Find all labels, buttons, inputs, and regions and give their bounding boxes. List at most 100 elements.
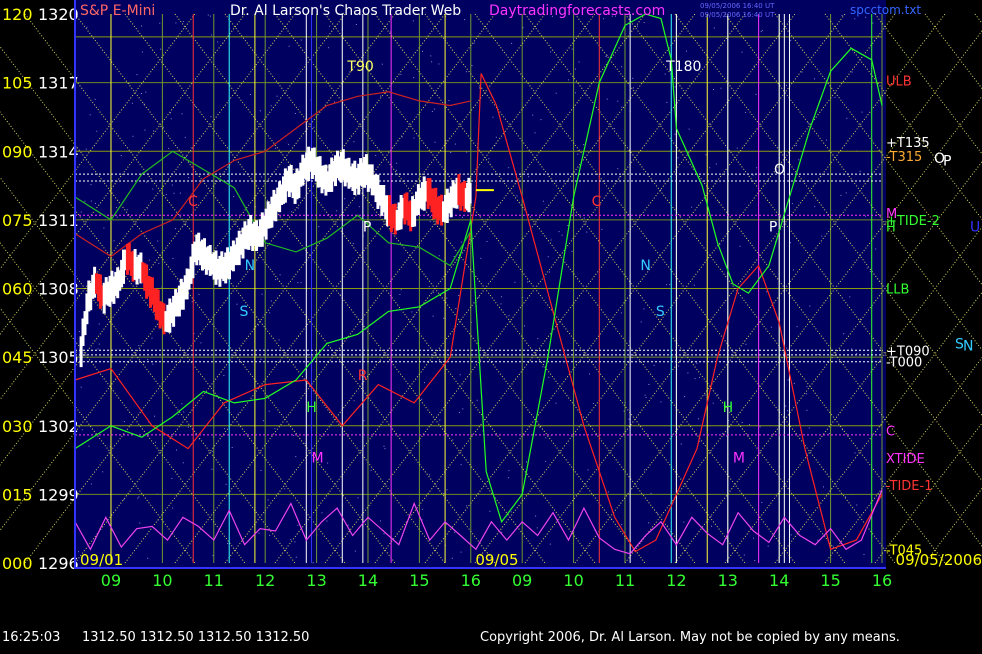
star-dot: [648, 522, 650, 524]
y-price-label: 1308: [38, 280, 79, 299]
star-dot: [719, 243, 721, 245]
star-dot: [79, 331, 81, 333]
star-dot: [632, 77, 634, 79]
star-dot: [865, 215, 866, 217]
chart-annotation-label: N: [245, 258, 255, 274]
star-dot: [710, 516, 712, 518]
star-dot: [179, 192, 181, 194]
star-dot: [152, 363, 154, 365]
star-dot: [486, 241, 488, 242]
star-dot: [555, 402, 557, 404]
star-dot: [443, 492, 445, 494]
star-dot: [191, 301, 193, 303]
chart-annotation-label: R: [358, 368, 368, 384]
star-dot: [225, 483, 227, 485]
star-dot: [126, 209, 128, 211]
header-title: Dr. Al Larson's Chaos Trader Web: [230, 3, 461, 19]
right-level-label: C: [886, 424, 895, 439]
y-degree-label: 060: [2, 280, 33, 299]
star-dot: [854, 18, 856, 20]
x-hour-label: 14: [769, 571, 789, 590]
star-dot: [295, 556, 297, 558]
star-dot: [257, 324, 259, 326]
star-dot: [644, 394, 646, 396]
star-dot: [175, 22, 177, 24]
star-dot: [753, 537, 755, 539]
chart-annotation-label: H: [723, 400, 734, 416]
star-dot: [869, 271, 871, 273]
chart-window: 000 1296 015 1299 030 1302 045 1305 060 1308 075 13…: [0, 0, 982, 650]
chart-annotation-label: T90: [346, 59, 373, 75]
star-dot: [524, 325, 525, 327]
star-dot: [644, 469, 646, 471]
star-dot: [660, 401, 662, 403]
star-dot: [168, 147, 170, 149]
star-dot: [621, 66, 623, 68]
star-dot: [623, 410, 625, 412]
star-dot: [159, 22, 161, 24]
star-dot: [711, 525, 712, 527]
star-dot: [353, 400, 355, 402]
star-dot: [677, 157, 679, 159]
star-dot: [806, 393, 808, 395]
star-dot: [823, 486, 824, 488]
star-dot: [732, 351, 734, 353]
star-dot: [154, 415, 156, 417]
x-hour-label: 13: [718, 571, 738, 590]
chart-annotation-label: C: [592, 194, 602, 210]
star-dot: [736, 147, 738, 149]
star-dot: [225, 180, 227, 182]
star-dot: [713, 27, 715, 29]
star-dot: [293, 434, 295, 436]
star-dot: [471, 65, 473, 67]
x-hour-label: 11: [615, 571, 635, 590]
star-dot: [592, 403, 594, 404]
star-dot: [821, 235, 823, 237]
header-stamp-1: 09/05/2006 16:40 UT: [700, 2, 775, 10]
star-dot: [146, 181, 148, 183]
star-dot: [586, 231, 588, 233]
star-dot: [379, 520, 381, 522]
star-dot: [139, 522, 141, 524]
star-dot: [270, 300, 272, 302]
star-dot: [451, 557, 453, 559]
star-dot: [85, 148, 87, 150]
star-dot: [501, 531, 503, 533]
star-dot: [809, 305, 811, 307]
y-price-label: 1320: [38, 5, 79, 24]
chart-annotation-label: P: [363, 219, 371, 235]
star-dot: [666, 284, 668, 286]
star-dot: [473, 42, 475, 44]
star-dot: [545, 460, 547, 462]
chart-annotation-label: N: [640, 258, 650, 274]
star-dot: [297, 524, 299, 526]
star-dot: [172, 507, 174, 509]
star-dot: [640, 321, 642, 323]
star-dot: [791, 203, 793, 205]
star-dot: [657, 512, 659, 514]
star-dot: [817, 354, 819, 355]
star-dot: [787, 410, 789, 412]
star-dot: [294, 113, 296, 114]
star-dot: [574, 92, 576, 94]
star-dot: [605, 56, 607, 57]
star-dot: [412, 20, 414, 22]
star-dot: [400, 289, 402, 291]
star-dot: [446, 489, 448, 491]
star-dot: [297, 282, 299, 284]
star-dot: [795, 145, 797, 147]
star-dot: [814, 206, 816, 208]
star-dot: [752, 174, 754, 176]
star-dot: [275, 279, 277, 281]
star-dot: [184, 136, 186, 138]
star-dot: [354, 550, 356, 552]
star-dot: [399, 294, 401, 295]
star-dot: [396, 162, 398, 164]
star-dot: [568, 79, 570, 81]
star-dot: [643, 308, 645, 310]
star-dot: [355, 24, 357, 25]
star-dot: [542, 200, 544, 202]
star-dot: [460, 464, 462, 466]
star-dot: [683, 521, 685, 523]
star-dot: [422, 508, 424, 510]
